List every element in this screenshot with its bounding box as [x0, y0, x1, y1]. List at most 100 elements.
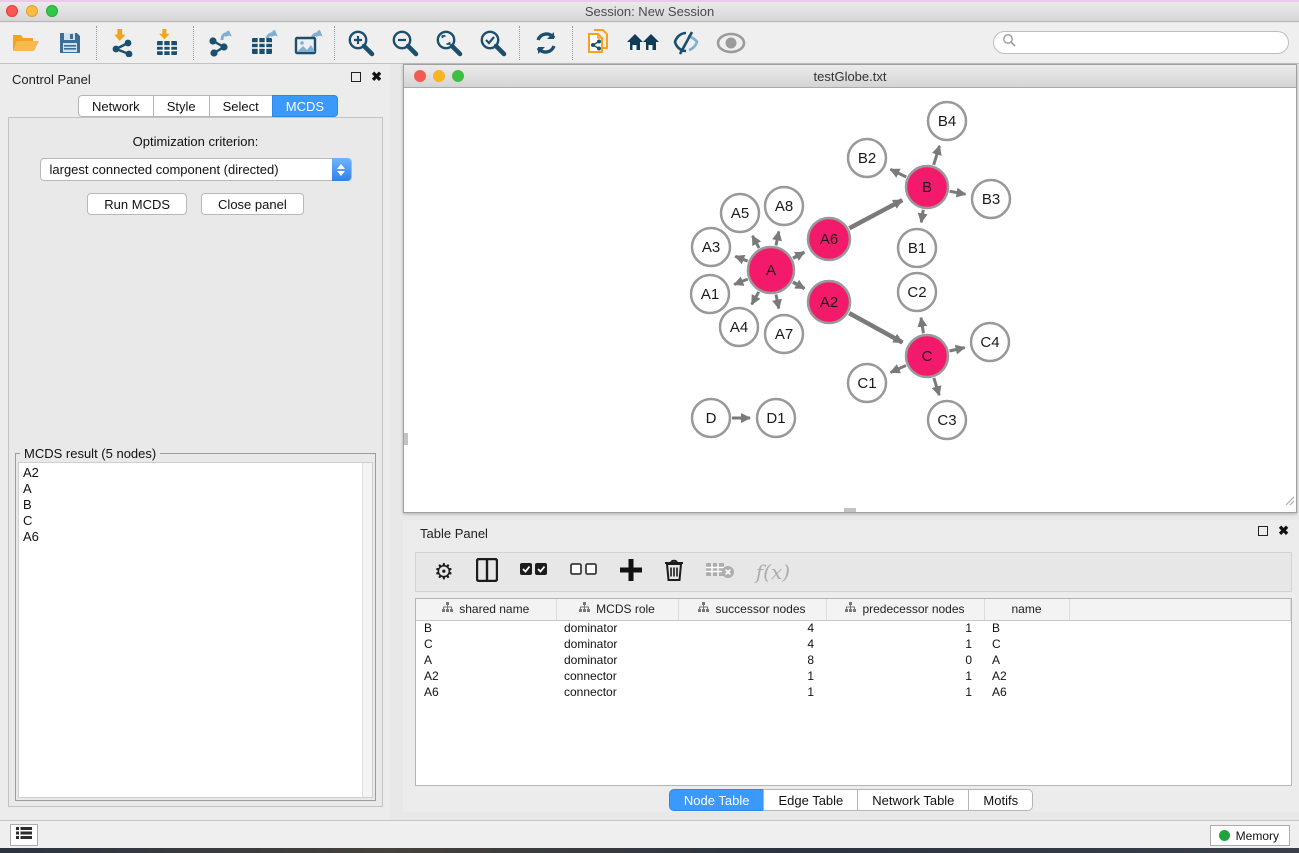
table-cell[interactable]: 1: [678, 668, 826, 684]
table-cell[interactable]: A2: [984, 668, 1069, 684]
column-header-name[interactable]: name: [984, 599, 1069, 620]
table-cell[interactable]: 1: [826, 636, 984, 652]
table-row[interactable]: A6connector11A6: [416, 684, 1291, 700]
table-row[interactable]: Adominator80A: [416, 652, 1291, 668]
function-builder-button[interactable]: f(x): [756, 557, 790, 587]
graph-edge-B-B2[interactable]: [890, 169, 906, 177]
network-window-titlebar[interactable]: testGlobe.txt: [404, 65, 1296, 88]
tab-edge-table[interactable]: Edge Table: [763, 789, 857, 811]
tab-style[interactable]: Style: [153, 95, 209, 117]
graph-edge-C-C4[interactable]: [949, 348, 964, 351]
select-all-button[interactable]: [520, 557, 548, 587]
zoom-in-button[interactable]: [343, 26, 379, 60]
table-cell[interactable]: C: [984, 636, 1069, 652]
graph-edge-A-A3[interactable]: [735, 256, 747, 261]
network-from-selection-button[interactable]: [581, 26, 617, 60]
table-cell[interactable]: 1: [826, 668, 984, 684]
table-cell[interactable]: [1069, 684, 1291, 700]
graph-node-A1[interactable]: A1: [691, 275, 729, 313]
graph-node-C[interactable]: C: [906, 335, 948, 377]
close-panel-button[interactable]: Close panel: [201, 193, 304, 215]
mcds-result-item[interactable]: A: [23, 481, 358, 497]
column-header-successor-nodes[interactable]: successor nodes: [678, 599, 826, 620]
graph-node-A7[interactable]: A7: [765, 315, 803, 353]
tab-node-table[interactable]: Node Table: [669, 789, 764, 811]
export-table-button[interactable]: [246, 26, 282, 60]
save-session-button[interactable]: [52, 26, 88, 60]
column-header-MCDS-role[interactable]: MCDS role: [556, 599, 678, 620]
table-cell[interactable]: [1069, 620, 1291, 636]
tab-mcds[interactable]: MCDS: [272, 95, 338, 117]
table-cell[interactable]: 4: [678, 620, 826, 636]
search-field[interactable]: [993, 31, 1289, 54]
tab-select[interactable]: Select: [209, 95, 272, 117]
graph-node-A6[interactable]: A6: [808, 218, 850, 260]
graph-node-B4[interactable]: B4: [928, 102, 966, 140]
table-cell[interactable]: dominator: [556, 652, 678, 668]
graph-node-B2[interactable]: B2: [848, 139, 886, 177]
graph-node-A4[interactable]: A4: [720, 308, 758, 346]
graph-node-A8[interactable]: A8: [765, 187, 803, 225]
split-columns-button[interactable]: [476, 557, 498, 587]
tab-network-table[interactable]: Network Table: [857, 789, 968, 811]
graph-edge-B-B4[interactable]: [934, 146, 940, 165]
graph-node-A5[interactable]: A5: [721, 194, 759, 232]
table-cell[interactable]: B: [416, 620, 556, 636]
table-cell[interactable]: 1: [826, 684, 984, 700]
graph-edge-C-C2[interactable]: [921, 318, 923, 334]
mcds-result-item[interactable]: A2: [23, 465, 358, 481]
table-row[interactable]: A2connector11A2: [416, 668, 1291, 684]
table-float-panel-icon[interactable]: [1258, 526, 1268, 536]
graph-node-D[interactable]: D: [692, 399, 730, 437]
mcds-list-scrollbar[interactable]: [362, 463, 372, 797]
import-network-button[interactable]: [105, 26, 141, 60]
delete-table-button[interactable]: [706, 557, 734, 587]
table-cell[interactable]: dominator: [556, 620, 678, 636]
table-cell[interactable]: 0: [826, 652, 984, 668]
table-cell[interactable]: dominator: [556, 636, 678, 652]
table-cell[interactable]: connector: [556, 684, 678, 700]
table-settings-button[interactable]: ⚙: [434, 557, 454, 587]
graph-node-C1[interactable]: C1: [848, 364, 886, 402]
graph-node-C4[interactable]: C4: [971, 323, 1009, 361]
zoom-fit-button[interactable]: [431, 26, 467, 60]
network-vscroll-thumb[interactable]: [404, 433, 408, 445]
graph-edge-B-B3[interactable]: [950, 191, 966, 194]
mcds-result-item[interactable]: C: [23, 513, 358, 529]
table-cell[interactable]: B: [984, 620, 1069, 636]
table-cell[interactable]: A: [984, 652, 1069, 668]
network-canvas[interactable]: B4B2BB3A8A5A6A3B1AA1C2A2A4A7C4CC1DD1C3: [404, 88, 1296, 512]
graph-node-A[interactable]: A: [748, 247, 794, 293]
homes-button[interactable]: [625, 26, 661, 60]
resize-grip-icon[interactable]: [1283, 493, 1295, 511]
graph-edge-A-A4[interactable]: [752, 292, 759, 305]
graph-node-D1[interactable]: D1: [757, 399, 795, 437]
zoom-out-button[interactable]: [387, 26, 423, 60]
add-column-button[interactable]: [620, 557, 642, 587]
run-mcds-button[interactable]: Run MCDS: [87, 193, 187, 215]
eye-button[interactable]: [713, 26, 749, 60]
table-row[interactable]: Bdominator41B: [416, 620, 1291, 636]
table-close-panel-icon[interactable]: ✖: [1278, 526, 1289, 536]
table-cell[interactable]: A6: [416, 684, 556, 700]
graph-node-C3[interactable]: C3: [928, 401, 966, 439]
search-input[interactable]: [1016, 34, 1288, 52]
export-network-button[interactable]: [202, 26, 238, 60]
zoom-selected-button[interactable]: [475, 26, 511, 60]
graph-edge-A-A6[interactable]: [793, 252, 804, 258]
table-cell[interactable]: A6: [984, 684, 1069, 700]
graph-edge-A-A2[interactable]: [793, 282, 805, 288]
table-cell[interactable]: connector: [556, 668, 678, 684]
graph-node-B1[interactable]: B1: [898, 229, 936, 267]
table-cell[interactable]: 8: [678, 652, 826, 668]
table-cell[interactable]: A2: [416, 668, 556, 684]
export-image-button[interactable]: [290, 26, 326, 60]
graph-nodes[interactable]: B4B2BB3A8A5A6A3B1AA1C2A2A4A7C4CC1DD1C3: [691, 102, 1010, 439]
node-table[interactable]: shared nameMCDS rolesuccessor nodesprede…: [415, 598, 1292, 786]
graph-node-B[interactable]: B: [906, 166, 948, 208]
graph-edge-A-A7[interactable]: [776, 294, 779, 308]
tab-motifs[interactable]: Motifs: [968, 789, 1033, 811]
graph-node-C2[interactable]: C2: [898, 273, 936, 311]
graph-node-B3[interactable]: B3: [972, 180, 1010, 218]
graph-edge-A6-B[interactable]: [849, 200, 902, 228]
